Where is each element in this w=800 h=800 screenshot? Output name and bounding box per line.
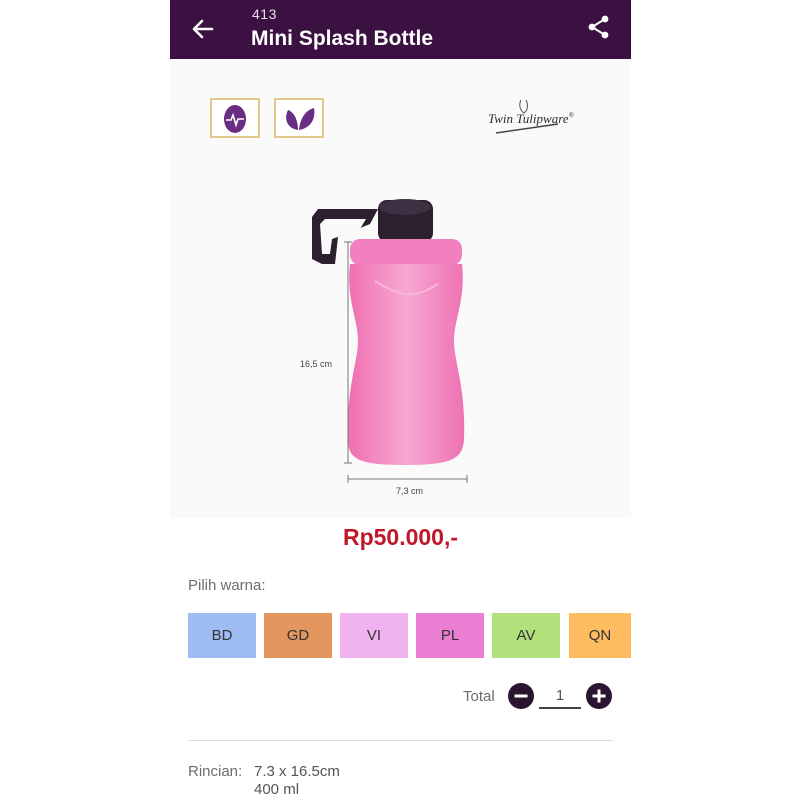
color-option-gd[interactable]: GD [264, 613, 332, 658]
app-screen: 413 Mini Splash Bottle Twin Tulipware® 1… [170, 0, 631, 800]
width-label: 7,3 cm [396, 486, 423, 496]
color-option-vi[interactable]: VI [340, 613, 408, 658]
page-title: Mini Splash Bottle [251, 27, 434, 50]
details-label: Rincian: [188, 763, 243, 780]
product-price: Rp50.000,- [342, 524, 459, 550]
details-volume: 400 ml [254, 781, 300, 798]
color-picker-label: Pilih warna: [188, 577, 266, 594]
app-bar: 413 Mini Splash Bottle [170, 0, 631, 59]
color-option-bd[interactable]: BD [188, 613, 256, 658]
minus-icon[interactable] [508, 683, 534, 709]
color-option-pl[interactable]: PL [416, 613, 484, 658]
details-values: 7.3 x 16.5cm 400 ml [254, 763, 340, 799]
plus-icon[interactable] [586, 683, 612, 709]
details-size: 7.3 x 16.5cm [254, 763, 340, 780]
color-option-av[interactable]: AV [492, 613, 560, 658]
divider [188, 740, 613, 741]
arrow-left-icon[interactable] [188, 14, 218, 44]
quantity-label: Total [463, 688, 495, 705]
height-label: 16,5 cm [300, 359, 332, 369]
quantity-input[interactable]: 1 [539, 687, 581, 709]
product-image: Twin Tulipware® 16,5 cm 7,3 cm [170, 59, 631, 518]
product-code: 413 [252, 6, 277, 22]
color-option-qn[interactable]: QN [569, 613, 631, 658]
share-icon[interactable] [586, 14, 612, 40]
bottle-illustration: 16,5 cm 7,3 cm [300, 199, 468, 496]
